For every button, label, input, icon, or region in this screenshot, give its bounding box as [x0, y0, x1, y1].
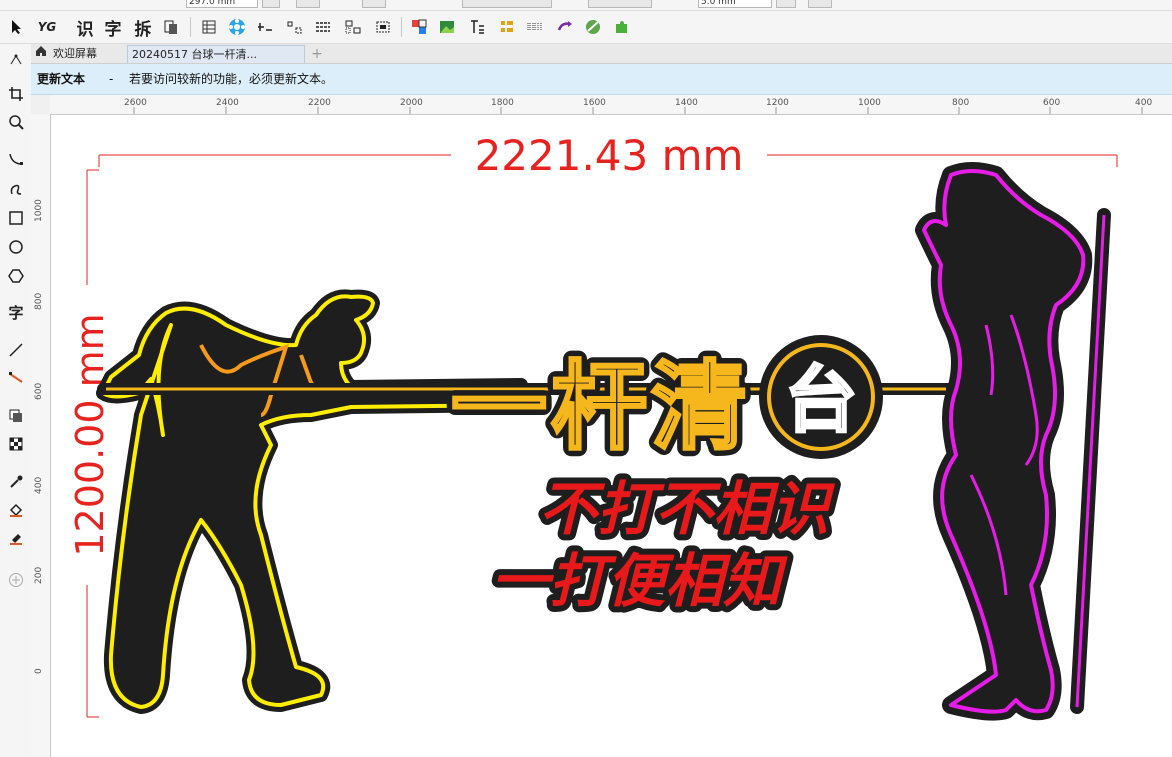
angle-field[interactable]: [362, 0, 386, 8]
property-bar: 297.0 mm 5.0 mm: [0, 0, 1172, 11]
ruler-label: 400: [34, 476, 44, 494]
ruler-label: 2000: [400, 98, 423, 108]
fill-icon[interactable]: [4, 498, 28, 522]
infobar-message: 若要访问较新的功能，必须更新文本。: [129, 72, 334, 86]
drawing-canvas[interactable]: 2221.43 mm 1200.00 mm 一 一 杆 杆 清 清 台 不打不相…: [51, 115, 1172, 757]
ruler-label: 600: [1043, 98, 1061, 108]
tab-document[interactable]: 20240517 台球一杆清...: [127, 45, 305, 63]
unit-dropdown[interactable]: [296, 0, 320, 8]
height-dimension-label: 1200.00 mm: [68, 313, 112, 556]
ruler-label: 2600: [124, 98, 147, 108]
list-icon[interactable]: [496, 16, 518, 38]
title-char-1: 一: [451, 351, 547, 463]
snap-icon[interactable]: [372, 16, 394, 38]
dimension-tool-icon[interactable]: [4, 338, 28, 362]
ruler-label: 1000: [34, 199, 44, 222]
add-tool-icon[interactable]: [4, 568, 28, 592]
ruler-corner[interactable]: [31, 95, 51, 115]
rectangle-icon[interactable]: [4, 206, 28, 230]
color-icon[interactable]: [408, 16, 430, 38]
recognize-text-button[interactable]: 识: [74, 16, 96, 40]
width-field[interactable]: 297.0 mm: [186, 0, 258, 8]
ruler-label: 600: [34, 382, 44, 400]
update-text-infobar: 更新文本 - 若要访问较新的功能，必须更新文本。: [31, 64, 1172, 95]
toolbox: 字: [0, 44, 32, 757]
ruler-label: 1400: [675, 98, 698, 108]
units-select[interactable]: [462, 0, 552, 8]
nudge-field[interactable]: 5.0 mm: [698, 0, 772, 8]
copy-icon[interactable]: [160, 16, 182, 38]
tab-welcome-label: 欢迎屏幕: [53, 47, 97, 60]
dup-distance-button[interactable]: [808, 0, 832, 8]
polygon-icon[interactable]: [4, 264, 28, 288]
shadow-icon[interactable]: [4, 404, 28, 428]
main-toolbar: YG 识 字 拆: [0, 11, 1172, 44]
zoom-icon[interactable]: [4, 110, 28, 134]
distribute-icon[interactable]: [312, 16, 334, 38]
slogan-line-2: 一打便相知: [491, 547, 788, 615]
ruler-label: 200: [34, 566, 44, 584]
title-char-3: 清: [651, 351, 747, 463]
infobar-title[interactable]: 更新文本: [37, 64, 85, 94]
ruler-label: 1800: [491, 98, 514, 108]
align-icon[interactable]: [284, 16, 306, 38]
slogan-line-1: 不打不相识: [539, 475, 836, 543]
table-icon[interactable]: [198, 16, 220, 38]
puzzle-icon[interactable]: [610, 16, 632, 38]
add-tab-button[interactable]: +: [307, 45, 327, 63]
connector-icon[interactable]: [4, 366, 28, 390]
pointer-icon[interactable]: [6, 16, 28, 38]
transparency-icon[interactable]: [4, 432, 28, 456]
crop-icon[interactable]: [4, 82, 28, 106]
slogan[interactable]: 不打不相识 一打便相知: [485, 469, 842, 621]
barcode-icon[interactable]: [524, 16, 546, 38]
nudge-spin[interactable]: [776, 0, 796, 8]
text-frame-icon[interactable]: [466, 16, 488, 38]
artistic-media-icon[interactable]: [4, 176, 28, 200]
infobar-dash: -: [109, 72, 114, 86]
image-icon[interactable]: [436, 16, 458, 38]
home-icon: [35, 45, 47, 63]
flower-icon[interactable]: [226, 16, 248, 38]
title-char-2: 杆: [551, 351, 647, 463]
document-tabs: 欢迎屏幕 20240517 台球一杆清... +: [31, 44, 1172, 64]
badge-char: 台: [785, 358, 857, 442]
ruler-label: 2400: [216, 98, 239, 108]
shape-tool-icon[interactable]: [4, 48, 28, 72]
ruler-label: 0: [34, 668, 44, 674]
smart-fill-icon[interactable]: [4, 526, 28, 550]
text-tool[interactable]: 字: [4, 300, 28, 324]
tab-welcome[interactable]: 欢迎屏幕: [31, 45, 127, 63]
dimension-icon[interactable]: [254, 16, 276, 38]
sphere-icon[interactable]: [582, 16, 604, 38]
ruler-label: 400: [1135, 98, 1153, 108]
ruler-label: 800: [34, 292, 44, 310]
split-button[interactable]: 拆: [132, 16, 154, 40]
freehand-icon[interactable]: [4, 148, 28, 172]
char-button[interactable]: 字: [102, 16, 124, 40]
grid-icon[interactable]: [342, 16, 364, 38]
ruler-label: 800: [952, 98, 970, 108]
table-badge[interactable]: 台: [759, 335, 883, 459]
woman-figure[interactable]: [915, 162, 1093, 721]
ruler-label: 1000: [858, 98, 881, 108]
vertical-ruler[interactable]: 1000 800 600 400 200 0: [31, 114, 51, 757]
yg-plugin-icon[interactable]: YG: [36, 16, 58, 38]
height-dimension[interactable]: 1200.00 mm: [68, 169, 112, 718]
arrow-icon[interactable]: [554, 16, 576, 38]
eyedropper-icon[interactable]: [4, 470, 28, 494]
ruler-label: 1600: [583, 98, 606, 108]
title-text[interactable]: 一 一 杆 杆 清 清: [444, 344, 754, 470]
ellipse-icon[interactable]: [4, 235, 28, 259]
horizontal-ruler[interactable]: 2600 2400 2200 2000 1800 1600 1400 1200 …: [50, 95, 1172, 115]
ruler-label: 1200: [766, 98, 789, 108]
width-dimension-label: 2221.43 mm: [475, 131, 744, 180]
lock-ratio-button[interactable]: [262, 0, 280, 8]
nudge-select[interactable]: [588, 0, 652, 8]
ruler-label: 2200: [308, 98, 331, 108]
